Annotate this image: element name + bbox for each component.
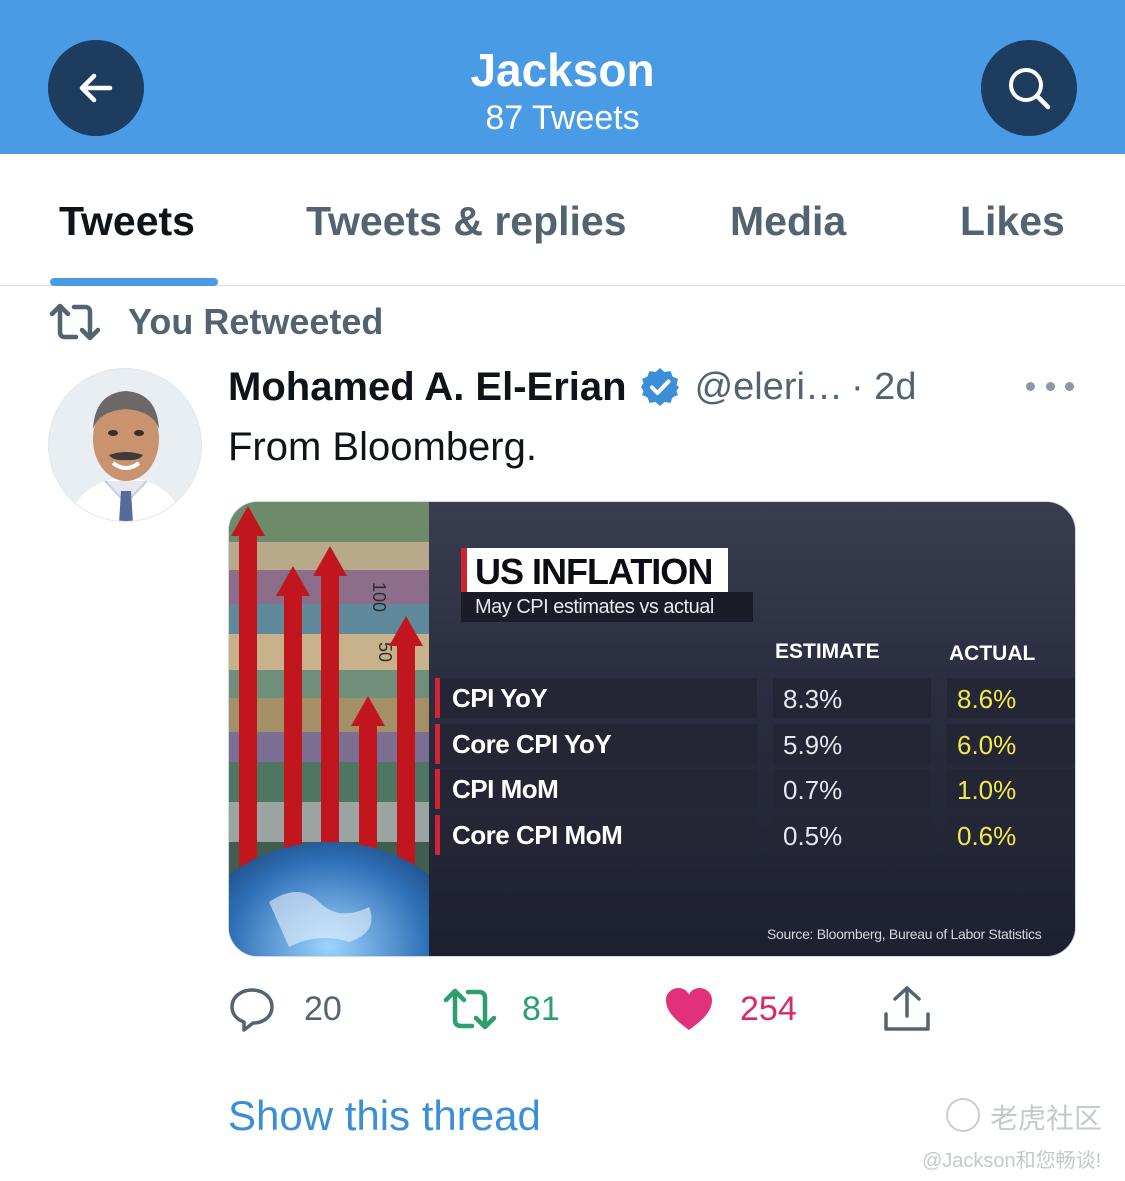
search-icon	[1009, 68, 1051, 110]
retweet-context-text: You Retweeted	[128, 301, 384, 342]
tab-likes[interactable]: Likes	[960, 196, 1065, 246]
row-label: Core CPI YoY	[452, 729, 612, 759]
row-label: Core CPI MoM	[452, 820, 623, 850]
row-actual: 1.0%	[957, 775, 1017, 805]
row-estimate: 8.3%	[783, 684, 843, 714]
row-estimate-cell: 5.9%	[773, 724, 931, 764]
avatar-image	[49, 369, 201, 521]
watermark-logo-icon	[946, 1098, 980, 1132]
share-button[interactable]	[882, 984, 932, 1034]
tweet-text: From Bloomberg.	[228, 425, 537, 469]
tweet-media-image[interactable]: 100 50 US INFLATION May CPI estimates vs…	[228, 501, 1076, 957]
row-estimate: 0.7%	[783, 775, 843, 805]
money-arrows-globe-icon: 100 50	[229, 502, 429, 956]
tab-media[interactable]: Media	[730, 196, 846, 246]
reply-count: 20	[304, 989, 342, 1028]
share-icon	[884, 986, 930, 1031]
like-count: 254	[740, 989, 797, 1028]
media-title: US INFLATION	[475, 551, 713, 592]
row-label-cell: Core CPI MoM	[435, 815, 757, 855]
table-row: Core CPI MoM 0.5% 0.6%	[435, 815, 1075, 855]
row-estimate-cell: 0.7%	[773, 769, 931, 809]
column-header-actual: ACTUAL	[949, 642, 1036, 665]
heart-icon	[666, 988, 712, 1030]
reply-button[interactable]: 20	[228, 984, 342, 1034]
profile-header: Jackson 87 Tweets	[0, 0, 1125, 154]
row-actual: 6.0%	[957, 730, 1017, 760]
row-label-cell: CPI MoM	[435, 769, 757, 809]
author-handle[interactable]: @eleri…	[695, 366, 843, 409]
like-button[interactable]: 254	[664, 984, 797, 1034]
tab-tweets[interactable]: Tweets	[59, 196, 195, 246]
watermark-brand: 老虎社区	[990, 1103, 1103, 1134]
media-subtitle: May CPI estimates vs actual	[461, 592, 753, 622]
profile-name-title: Jackson	[470, 44, 655, 96]
author-avatar[interactable]	[48, 368, 202, 522]
row-estimate: 5.9%	[783, 730, 843, 760]
row-estimate: 0.5%	[783, 821, 843, 851]
more-dot-icon	[1026, 381, 1035, 391]
row-label: CPI MoM	[452, 774, 559, 804]
banknote-text: 100	[369, 582, 389, 612]
search-button[interactable]	[981, 40, 1077, 136]
retweet-context[interactable]: You Retweeted	[48, 298, 383, 346]
row-actual-cell: 8.6%	[947, 678, 1075, 718]
media-title-box: US INFLATION	[467, 548, 729, 594]
inflation-table-panel: US INFLATION May CPI estimates vs actual…	[429, 502, 1075, 956]
tweet-timestamp[interactable]: · 2d	[851, 366, 916, 409]
show-thread-link[interactable]: Show this thread	[228, 1092, 541, 1140]
profile-tabs: Tweets Tweets & replies Media Likes	[0, 154, 1125, 286]
tab-tweets-replies[interactable]: Tweets & replies	[306, 196, 627, 246]
retweet-button[interactable]: 81	[442, 984, 560, 1034]
table-row: Core CPI YoY 5.9% 6.0%	[435, 724, 1075, 764]
row-label: CPI YoY	[452, 683, 548, 713]
row-actual-cell: 6.0%	[947, 724, 1075, 764]
retweet-icon	[49, 303, 101, 341]
media-source: Source: Bloomberg, Bureau of Labor Stati…	[767, 926, 1042, 942]
more-dot-icon	[1045, 381, 1055, 391]
verified-badge-icon	[639, 366, 681, 408]
row-actual-cell: 0.6%	[947, 815, 1075, 855]
row-estimate-cell: 8.3%	[773, 678, 931, 718]
reply-icon	[230, 988, 274, 1032]
more-dot-icon	[1065, 381, 1074, 391]
row-label-cell: CPI YoY	[435, 678, 757, 718]
row-actual-cell: 1.0%	[947, 769, 1075, 809]
row-label-cell: Core CPI YoY	[435, 724, 757, 764]
tweet-header: Mohamed A. El-Erian @eleri… · 2d	[228, 362, 916, 412]
author-name[interactable]: Mohamed A. El-Erian	[228, 365, 627, 410]
retweet-icon	[443, 988, 497, 1030]
row-actual: 0.6%	[957, 821, 1017, 851]
row-estimate-cell: 0.5%	[773, 815, 931, 855]
retweet-count: 81	[522, 989, 560, 1028]
table-row: CPI MoM 0.7% 1.0%	[435, 769, 1075, 809]
active-tab-indicator	[50, 278, 218, 286]
watermark-user: @Jackson和您畅谈!	[922, 1150, 1102, 1172]
tweet-count: 87 Tweets	[485, 99, 640, 137]
row-actual: 8.6%	[957, 684, 1017, 714]
table-row: CPI YoY 8.3% 8.6%	[435, 678, 1075, 718]
column-header-estimate: ESTIMATE	[775, 640, 880, 663]
media-illustration: 100 50	[229, 502, 429, 956]
more-options-button[interactable]	[1026, 372, 1074, 400]
